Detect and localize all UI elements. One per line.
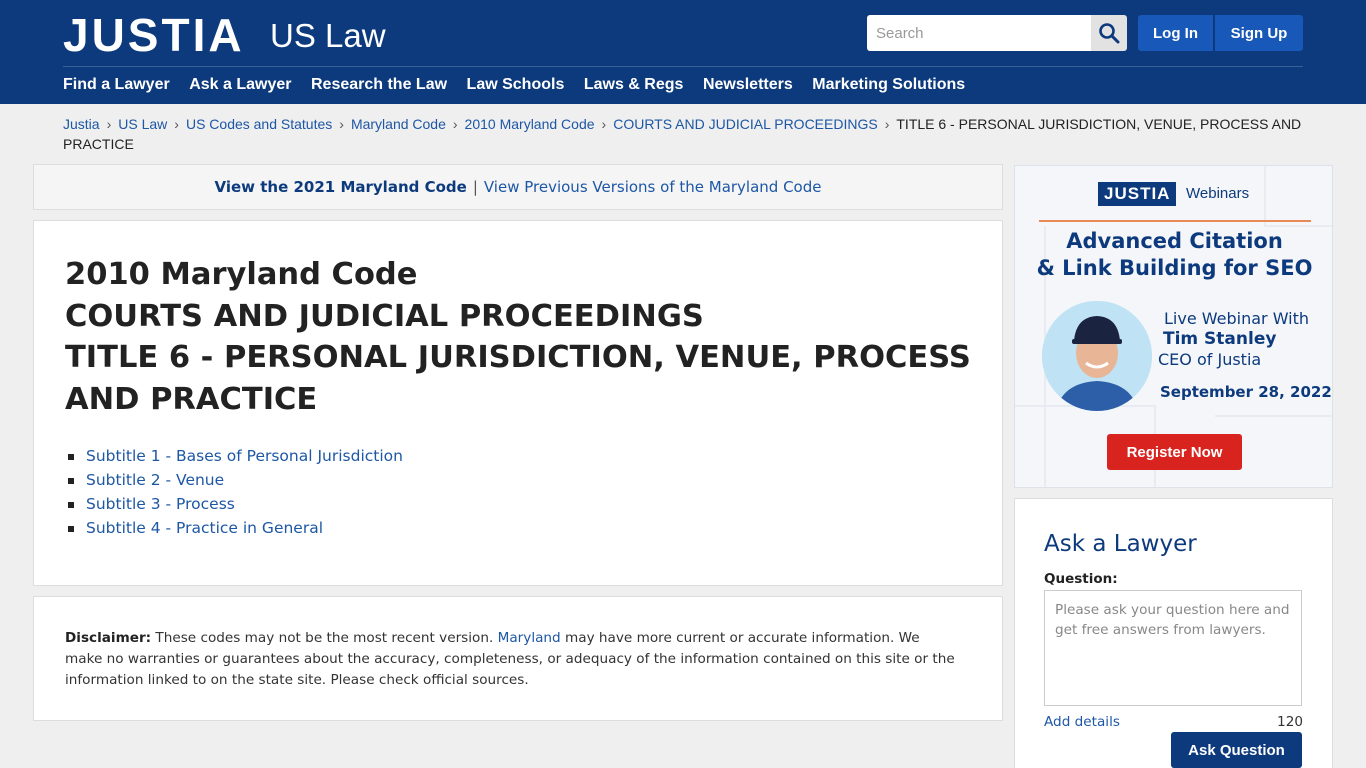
site-header: JUSTIA US Law Search Log In Sign Up Find… [0,0,1366,104]
breadcrumb-separator: › [884,116,890,132]
speaker-photo [1042,301,1152,411]
search-input[interactable]: Search [867,15,1091,51]
ask-question-button[interactable]: Ask Question [1171,732,1302,768]
version-bar: View the 2021 Maryland Code | View Previ… [33,164,1003,210]
breadcrumb-us-codes[interactable]: US Codes and Statutes [186,116,332,132]
current-version-link[interactable]: View the 2021 Maryland Code [215,178,467,196]
breadcrumb-separator: › [452,116,458,132]
disclaimer-label: Disclaimer: [65,630,152,646]
question-placeholder: Please ask your question here and get fr… [1055,602,1290,638]
subtitle-link[interactable]: Subtitle 4 - Practice in General [68,516,403,540]
ad-speaker-role: CEO of Justia [1158,350,1262,369]
question-textarea[interactable]: Please ask your question here and get fr… [1044,590,1302,706]
maryland-link[interactable]: Maryland [498,630,561,646]
ask-a-lawyer-panel: Ask a Lawyer Question: Please ask your q… [1014,498,1333,768]
ad-divider [1039,220,1311,222]
nav-research-the-law[interactable]: Research the Law [311,75,447,95]
webinar-ad[interactable]: JUSTIA Webinars Advanced Citation & Link… [1014,165,1333,488]
ad-headline: Advanced Citation & Link Building for SE… [1015,228,1332,282]
ad-date: September 28, 2022 [1160,383,1332,401]
nav-newsletters[interactable]: Newsletters [703,75,793,95]
header-divider [63,66,1303,67]
version-separator: | [472,178,478,196]
breadcrumb-us-law[interactable]: US Law [118,116,167,132]
breadcrumb-justia[interactable]: Justia [63,116,100,132]
register-now-button[interactable]: Register Now [1107,434,1242,470]
page-title: 2010 Maryland Code COURTS AND JUDICIAL P… [65,254,985,420]
title-article: COURTS AND JUDICIAL PROCEEDINGS [65,298,704,334]
disclaimer-panel: Disclaimer: These codes may not be the m… [33,596,1003,721]
ad-webinars-label: Webinars [1186,185,1250,202]
breadcrumb-2010-maryland-code[interactable]: 2010 Maryland Code [465,116,595,132]
nav-marketing-solutions[interactable]: Marketing Solutions [812,75,965,95]
search-icon [1099,23,1120,44]
ad-headline-line1: Advanced Citation [1066,229,1283,253]
ask-a-lawyer-title: Ask a Lawyer [1044,531,1197,557]
us-law-label[interactable]: US Law [270,16,386,56]
nav-ask-a-lawyer[interactable]: Ask a Lawyer [189,75,291,95]
subtitle-link[interactable]: Subtitle 1 - Bases of Personal Jurisdict… [68,444,403,468]
subtitle-link[interactable]: Subtitle 2 - Venue [68,468,403,492]
title-section: TITLE 6 - PERSONAL JURISDICTION, VENUE, … [65,340,971,417]
main-nav: Find a Lawyer Ask a Lawyer Research the … [63,75,985,95]
nav-find-a-lawyer[interactable]: Find a Lawyer [63,75,170,95]
justia-logo[interactable]: JUSTIA [63,12,245,58]
search-placeholder: Search [876,24,924,42]
nav-laws-regs[interactable]: Laws & Regs [584,75,684,95]
ad-headline-line2: & Link Building for SEO [1036,256,1313,280]
breadcrumb-courts[interactable]: COURTS AND JUDICIAL PROCEEDINGS [613,116,878,132]
breadcrumb-separator: › [601,116,607,132]
search-button[interactable] [1091,15,1127,51]
ad-speaker-name: Tim Stanley [1163,329,1277,349]
add-details-link[interactable]: Add details [1044,714,1120,730]
question-label: Question: [1044,571,1118,587]
previous-versions-link[interactable]: View Previous Versions of the Maryland C… [484,178,822,196]
login-button[interactable]: Log In [1138,15,1213,51]
ad-justia-logo: JUSTIA [1098,182,1177,206]
subtitle-link[interactable]: Subtitle 3 - Process [68,492,403,516]
title-code-year: 2010 Maryland Code [65,257,418,292]
character-count: 120 [1277,714,1303,730]
signup-button[interactable]: Sign Up [1215,15,1303,51]
breadcrumb-maryland-code[interactable]: Maryland Code [351,116,446,132]
nav-law-schools[interactable]: Law Schools [467,75,565,95]
ad-live-webinar: Live Webinar With [1164,309,1310,328]
disclaimer-body-1: These codes may not be the most recent v… [151,630,498,646]
code-panel: 2010 Maryland Code COURTS AND JUDICIAL P… [33,220,1003,586]
speaker-portrait-icon [1042,301,1152,411]
breadcrumb: Justia › US Law › US Codes and Statutes › Mary… [63,114,1313,154]
subtitle-list: Subtitle 1 - Bases of Personal Jurisdict… [68,444,403,540]
disclaimer-text: Disclaimer: These codes may not be the m… [65,628,955,691]
breadcrumb-separator: › [339,116,344,132]
breadcrumb-separator: › [106,116,112,132]
breadcrumb-separator: › [174,116,179,132]
